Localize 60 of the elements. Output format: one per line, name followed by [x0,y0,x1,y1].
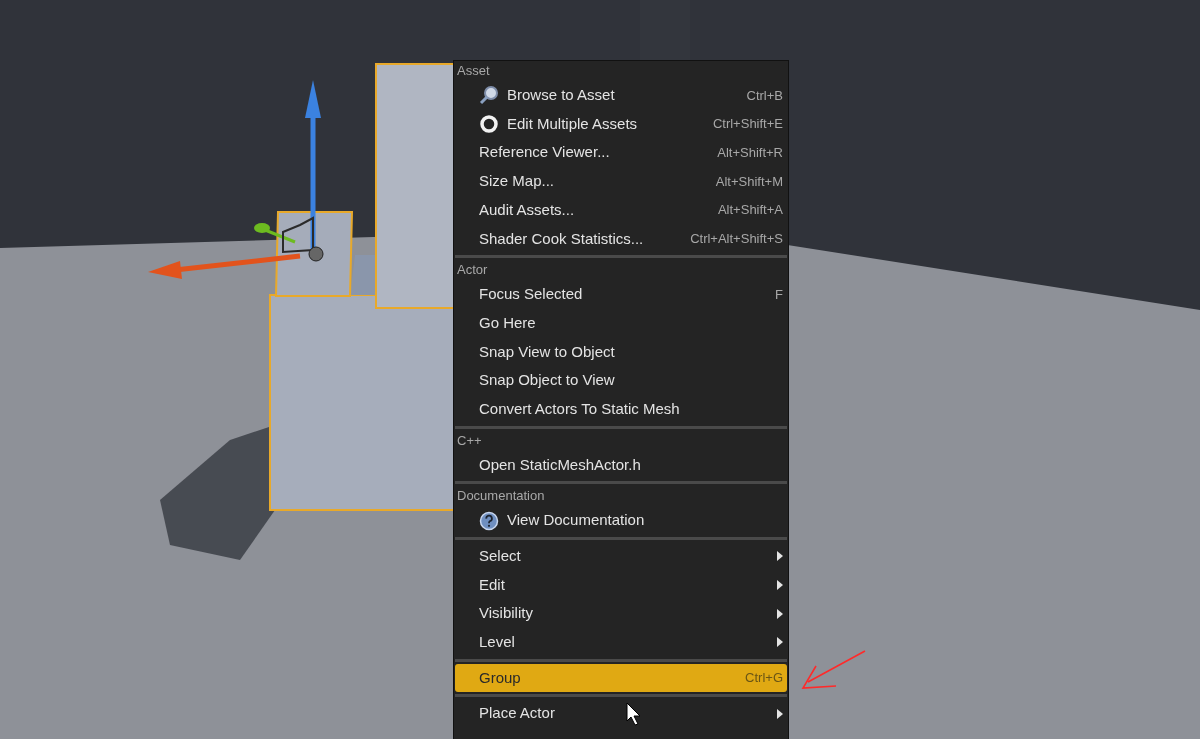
submenu-arrow-icon [777,708,783,719]
section-header: Actor [456,261,489,280]
menu-item-label: Audit Assets... [479,199,575,220]
menu-item-label: Snap Object to View [479,370,615,391]
submenu-arrow-icon [777,637,783,648]
menu-item[interactable]: Edit Multiple Assets Ctrl+Shift+E [455,109,787,139]
menu-item[interactable]: Shader Cook Statistics... Ctrl+Alt+Shift+S [455,224,787,254]
submenu-arrow-icon [777,579,783,590]
menu-item[interactable]: Snap View to Object [455,337,787,367]
submenu-item[interactable]: Edit [455,570,787,600]
menu-item-label: Open StaticMeshActor.h [479,454,641,475]
submenu-item[interactable]: Level [455,628,787,657]
menu-item-label: Size Map... [479,171,555,192]
help-icon [479,510,499,531]
menu-item[interactable]: Audit Assets... Alt+Shift+A [455,195,787,225]
menu-item-label: Level [479,632,515,653]
submenu-arrow-icon [777,551,783,562]
menu-item[interactable]: Size Map... Alt+Shift+M [455,167,787,196]
menu-item-label: Convert Actors To Static Mesh [479,398,680,419]
submenu-arrow-icon [777,608,783,619]
shortcut-label: Alt+Shift+A [717,201,783,220]
menu-item-label: Visibility [479,603,533,624]
section-header: Documentation [456,487,546,506]
menu-item-label: Go Here [479,312,536,333]
menu-item-label: Place Actor [479,703,555,724]
menu-item-label: Select [479,546,521,567]
menu-item[interactable]: View Documentation [455,506,787,535]
menu-item[interactable]: Browse to Asset Ctrl+B [455,81,787,110]
submenu-item[interactable]: Visibility [455,599,787,628]
menu-item-label: Reference Viewer... [479,142,610,163]
menu-item-label: Edit [479,574,505,595]
shortcut-label: Alt+Shift+R [717,143,783,162]
menu-item-label: Shader Cook Statistics... [479,228,644,249]
shortcut-label: Ctrl+G [745,669,783,688]
shortcut-label: Ctrl+Shift+E [712,115,783,134]
menu-item[interactable]: Open StaticMeshActor.h [455,450,787,480]
shortcut-label: Alt+Shift+M [715,172,783,191]
ring-icon [479,114,499,135]
menu-item[interactable]: Go Here [455,308,787,338]
menu-item-label: Snap View to Object [479,341,615,362]
shortcut-label: Ctrl+B [746,86,783,105]
menu-item[interactable]: Reference Viewer... Alt+Shift+R [455,138,787,168]
menu-item-label: View Documentation [507,510,645,531]
submenu-item[interactable]: Select [455,541,787,571]
menu-item[interactable]: Group Ctrl+G [455,663,787,693]
shortcut-label: Ctrl+Alt+Shift+S [690,230,783,249]
section-header: C++ [456,431,483,450]
menu-item[interactable]: Convert Actors To Static Mesh [455,394,787,424]
menu-item[interactable]: Snap Object to View [455,366,787,395]
menu-item[interactable]: Focus Selected F [455,280,787,309]
annotation-arrow [800,648,868,692]
menu-item-label: Focus Selected [479,284,583,305]
menu-item-label: Edit Multiple Assets [507,113,638,134]
menu-item-label: Group [479,667,521,688]
submenu-item[interactable]: Place Actor [455,699,787,729]
section-header: Asset [456,62,491,80]
cursor-icon [626,702,642,726]
shortcut-label: F [775,285,783,304]
menu-item-label: Browse to Asset [507,85,615,106]
magnifier-icon [479,85,499,106]
